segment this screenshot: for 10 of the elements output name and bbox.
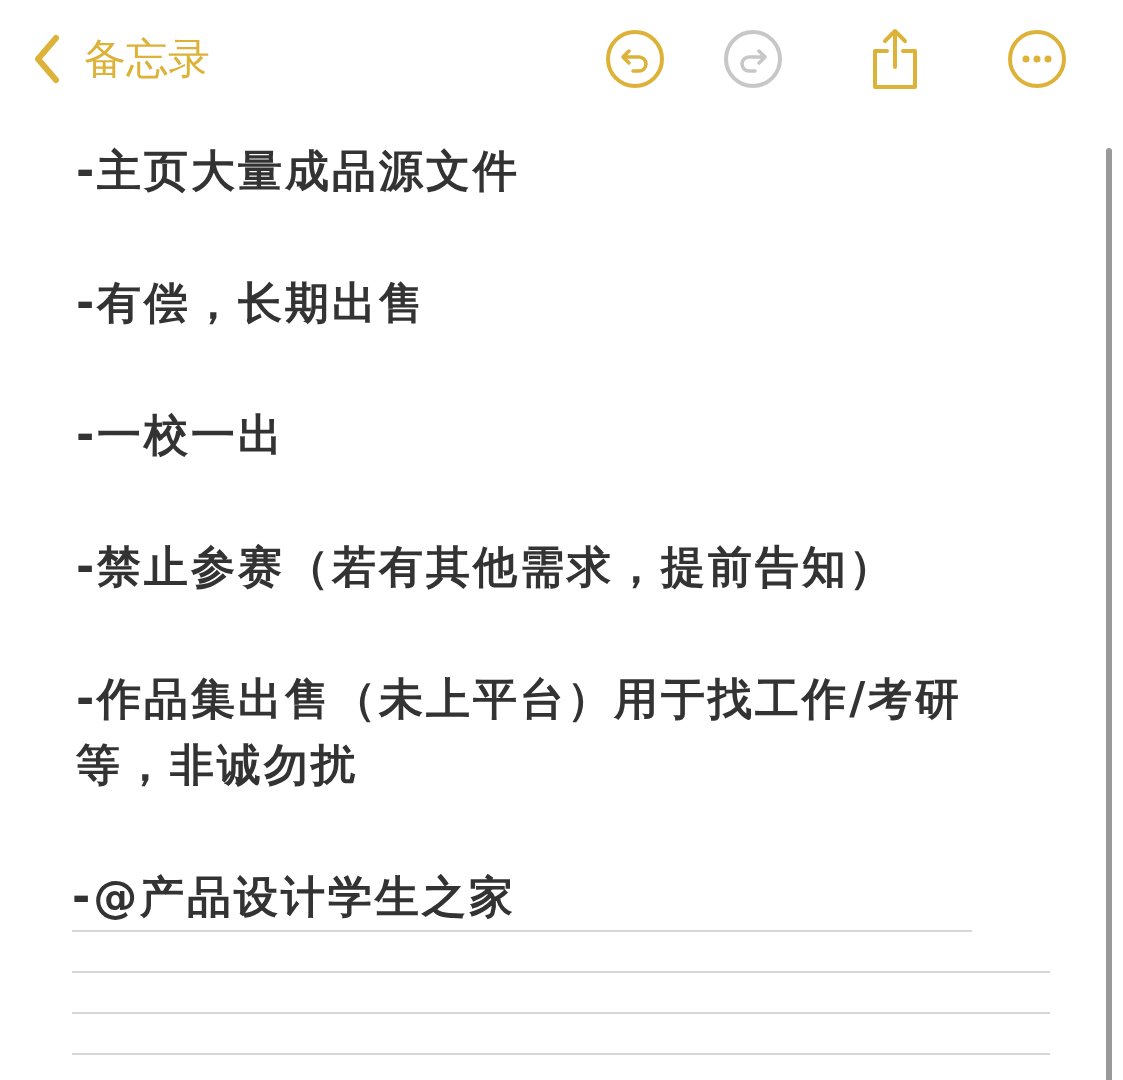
note-paragraph: -有偿，长期出售 xyxy=(76,276,428,330)
back-button[interactable]: 备忘录 xyxy=(32,31,210,87)
note-paragraph: -一校一出 xyxy=(76,408,287,462)
note-paragraph: -禁止参赛（若有其他需求，提前告知） xyxy=(76,540,898,594)
note-paragraph: -作品集出售（未上平台）用于找工作/考研等，非诚勿扰 xyxy=(76,672,964,792)
note-paragraph: -主页大量成品源文件 xyxy=(76,144,522,198)
back-chevron-icon xyxy=(32,34,62,84)
more-icon[interactable] xyxy=(1007,29,1067,89)
note-paragraph: -@产品设计学生之家 xyxy=(72,864,972,932)
undo-icon[interactable] xyxy=(605,29,665,89)
